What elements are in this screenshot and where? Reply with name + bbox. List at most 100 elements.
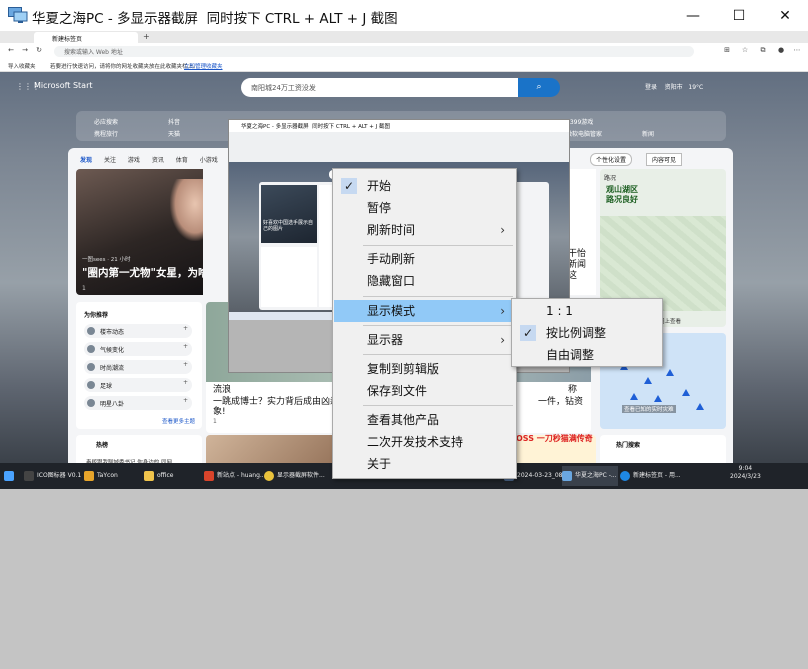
menu-item-other-products[interactable]: 查看其他产品 xyxy=(334,409,515,431)
add-icon: + xyxy=(182,343,188,350)
add-icon: + xyxy=(182,379,188,386)
news-likes: 1 xyxy=(213,418,217,425)
taskbar-item-active[interactable]: 华夏之海PC -... xyxy=(562,466,618,486)
news-card-right-text: 干怡 新闻这 xyxy=(568,249,587,281)
menu-item-manual-refresh[interactable]: 手动刷新 xyxy=(334,248,515,270)
topic-item[interactable]: 时尚潮流 + xyxy=(84,360,192,374)
hero-article[interactable]: 一图sees · 21 小时 "圈内第一尤物"女星，为啥耶 1 xyxy=(76,169,203,295)
taskbar-item[interactable]: 显示器截屏软件... xyxy=(264,466,325,486)
feed-tab[interactable]: 关注 xyxy=(104,157,116,164)
start-icon[interactable] xyxy=(4,466,18,486)
maximize-button[interactable]: ☐ xyxy=(716,0,762,31)
feed-tab[interactable]: 资讯 xyxy=(152,157,164,164)
new-tab-button[interactable]: + xyxy=(143,32,150,41)
tab-title: 新建标签页 xyxy=(52,36,83,43)
msn-header-right: 登录 资阳市 19°C xyxy=(645,82,703,91)
menu-item-about[interactable]: 关于 xyxy=(334,453,515,475)
login-button[interactable]: 登录 xyxy=(645,84,657,91)
taskbar-item[interactable]: office xyxy=(144,466,173,486)
news-headline[interactable]: 象! xyxy=(213,404,226,417)
traffic-map[interactable] xyxy=(600,216,726,311)
menu-item-refresh-interval[interactable]: 刷新时间 › xyxy=(334,219,515,241)
refresh-icon[interactable]: ↻ xyxy=(34,45,44,55)
news-headline[interactable]: 一跳成博士？实力背后成由凶悉 xyxy=(213,394,339,407)
taskbar-item[interactable]: TaYcon xyxy=(84,466,118,486)
hot-list-title: 热榜 xyxy=(96,442,109,449)
import-favorites[interactable]: 导入收藏夹 xyxy=(8,62,36,70)
hero-image xyxy=(170,179,203,241)
menu-item-hide-window[interactable]: 隐藏窗口 xyxy=(334,270,515,292)
menu-item-pause[interactable]: 暂停 xyxy=(334,197,515,219)
submenu-item-proportional[interactable]: ✓ 按比例调整 xyxy=(513,322,661,344)
profile-icon[interactable]: ● xyxy=(776,45,786,55)
traffic-title: 观山湖区 路况良好 xyxy=(606,185,638,204)
address-placeholder: 搜索或输入 Web 地址 xyxy=(64,49,123,56)
quicklink[interactable]: 必应搜索 xyxy=(94,117,118,126)
feed-tab[interactable]: 体育 xyxy=(176,157,188,164)
preview-hero-text: 好喜欢中国选手展示自己的图片 xyxy=(263,220,314,232)
favorite-icon[interactable]: ☆ xyxy=(740,45,750,55)
feed-tab[interactable]: 发现 xyxy=(80,157,92,164)
reader-icon[interactable]: ⊞ xyxy=(722,45,732,55)
alert-marker-icon xyxy=(644,377,652,384)
news-headline[interactable]: 一件，钻资 xyxy=(538,394,583,407)
quicklink[interactable]: 4399游戏 xyxy=(566,117,593,126)
hero-title[interactable]: "圈内第一尤物"女星，为啥耶 xyxy=(82,265,203,280)
quicklink[interactable]: 抖音 xyxy=(168,117,180,126)
menu-item-monitor[interactable]: 显示器 › xyxy=(334,329,515,351)
preview-side xyxy=(261,247,317,307)
quicklink[interactable]: 携程旅行 xyxy=(94,129,118,138)
favorites-bar: 导入收藏夹 若要进行快速访问，请将你的网址收藏夹放在此收藏夹栏上。 立即管理收藏… xyxy=(0,59,808,72)
close-button[interactable]: ✕ xyxy=(762,0,808,31)
more-icon[interactable]: ⋯ xyxy=(792,45,802,55)
taskbar-item[interactable]: 新建标签页 - 用... xyxy=(620,466,681,486)
collections-icon[interactable]: ⧉ xyxy=(758,45,768,55)
browser-tabstrip: 新建标签页 + xyxy=(0,31,808,43)
system-tray[interactable]: 9:04 2024/3/23 xyxy=(730,465,761,481)
submenu-item-one-to-one[interactable]: 1 : 1 xyxy=(513,300,661,322)
menu-item-copy-clipboard[interactable]: 复制到剪辑版 xyxy=(334,358,515,380)
submenu-item-free-adjust[interactable]: 自由调整 xyxy=(513,344,661,366)
topic-item[interactable]: 明星八卦 + xyxy=(84,396,192,410)
back-icon[interactable]: ← xyxy=(6,45,16,55)
msn-brand[interactable]: Microsoft Start xyxy=(34,81,93,90)
quicklink[interactable]: 微软电脑管家 xyxy=(566,129,602,138)
taskbar-item[interactable]: 新站点 - huang... xyxy=(204,466,266,486)
taskbar-item[interactable]: ICO图标器 V0.1 xyxy=(24,466,81,486)
browser-tab[interactable]: 新建标签页 xyxy=(34,32,138,43)
menu-separator xyxy=(363,296,513,297)
preview-titlebar: 华夏之海PC - 多显示器截屏 同时按下 CTRL + ALT + J 截图 xyxy=(229,120,569,132)
forward-icon[interactable]: → xyxy=(20,45,30,55)
add-icon: + xyxy=(182,361,188,368)
personalize-button[interactable]: 个性化设置 xyxy=(590,153,633,166)
menu-item-save-file[interactable]: 保存到文件 xyxy=(334,380,515,402)
minimize-button[interactable]: — xyxy=(670,0,716,31)
city-label[interactable]: 资阳市 xyxy=(665,84,683,91)
submenu-arrow-icon: › xyxy=(500,304,505,318)
clock-time: 9:04 xyxy=(738,465,753,472)
add-icon: + xyxy=(182,325,188,332)
more-topics-link[interactable]: 查看更多主题 xyxy=(162,417,195,425)
msn-search-button[interactable]: ⌕ xyxy=(518,78,560,97)
menu-item-start[interactable]: ✓ 开始 xyxy=(334,175,515,197)
menu-separator xyxy=(363,245,513,246)
content-visibility-select[interactable]: 内容可见 xyxy=(646,153,683,166)
alert-marker-icon xyxy=(682,389,690,396)
quicklink[interactable]: 新闻 xyxy=(642,129,654,138)
menu-item-display-mode[interactable]: 显示模式 › xyxy=(334,300,515,322)
topic-item[interactable]: 楼市动态 + xyxy=(84,324,192,338)
menu-item-dev-support[interactable]: 二次开发技术支持 xyxy=(334,431,515,453)
msn-search-input[interactable]: 南阳城24万工资没发 xyxy=(241,78,518,97)
feed-tab[interactable]: 小游戏 xyxy=(200,157,218,164)
topic-item[interactable]: 气候变化 + xyxy=(84,342,192,356)
alert-marker-icon xyxy=(696,403,704,410)
quicklink[interactable]: 天猫 xyxy=(168,129,180,138)
topic-item[interactable]: 足球 + xyxy=(84,378,192,392)
check-icon: ✓ xyxy=(520,325,536,341)
feed-tab[interactable]: 游戏 xyxy=(128,157,140,164)
address-bar[interactable]: 搜索或输入 Web 地址 xyxy=(54,46,694,57)
manage-favorites-link[interactable]: 立即管理收藏夹 xyxy=(184,62,223,70)
recommend-card: 为你推荐 楼市动态 + 气候变化 + 时尚潮流 + 足球 + 明星八卦 + xyxy=(76,302,202,429)
monitor-app-icon xyxy=(8,7,28,23)
hero-meta: 一图sees · 21 小时 xyxy=(82,257,131,263)
